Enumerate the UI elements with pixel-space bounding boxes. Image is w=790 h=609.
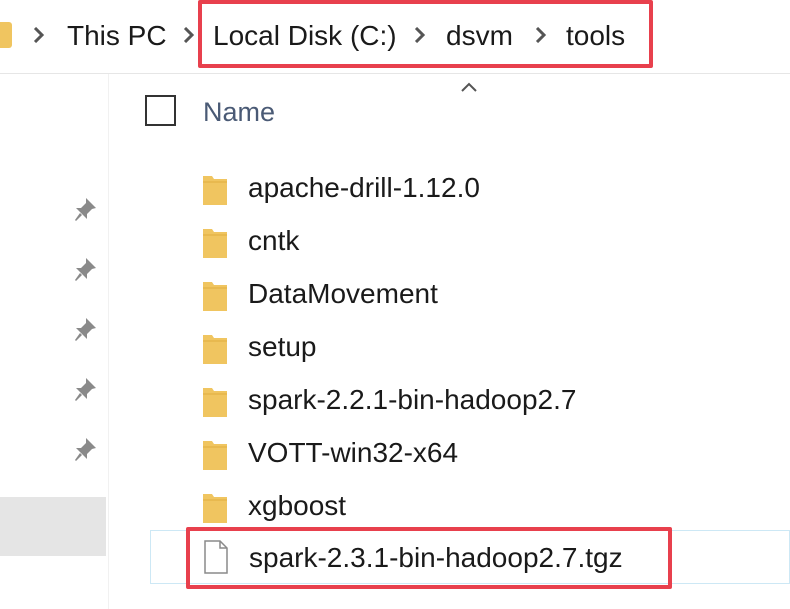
- list-item[interactable]: spark-2.2.1-bin-hadoop2.7: [150, 374, 790, 426]
- chevron-right-icon[interactable]: [535, 27, 547, 43]
- select-all-checkbox[interactable]: [145, 95, 176, 126]
- pin-icon[interactable]: [72, 315, 100, 343]
- file-icon: [203, 540, 229, 574]
- chevron-right-icon[interactable]: [33, 27, 45, 43]
- chevron-right-icon[interactable]: [183, 27, 195, 43]
- item-name: setup: [248, 331, 317, 362]
- pin-icon[interactable]: [72, 435, 100, 463]
- item-name: spark-2.3.1-bin-hadoop2.7.tgz: [249, 542, 623, 573]
- list-item[interactable]: VOTT-win32-x64: [150, 427, 790, 479]
- list-item[interactable]: DataMovement: [150, 268, 790, 320]
- breadcrumb-local-disk[interactable]: Local Disk (C:): [213, 16, 397, 56]
- pin-icon[interactable]: [72, 195, 100, 223]
- breadcrumb-this-pc[interactable]: This PC: [67, 16, 167, 56]
- column-header-name[interactable]: Name: [203, 92, 275, 132]
- pane-divider[interactable]: [108, 74, 109, 609]
- breadcrumb-tools[interactable]: tools: [566, 16, 625, 56]
- sort-ascending-icon: [460, 80, 478, 92]
- folder-icon: [202, 278, 228, 312]
- folder-icon: [202, 384, 228, 418]
- nav-selected-item[interactable]: [0, 497, 106, 556]
- folder-icon: [202, 172, 228, 206]
- item-name: DataMovement: [248, 278, 438, 309]
- item-name: spark-2.2.1-bin-hadoop2.7: [248, 384, 577, 415]
- folder-icon: [202, 490, 228, 524]
- item-name: apache-drill-1.12.0: [248, 172, 480, 203]
- item-name: VOTT-win32-x64: [248, 437, 459, 468]
- folder-icon: [0, 22, 12, 48]
- address-bar[interactable]: This PC Local Disk (C:) dsvm tools: [0, 0, 790, 74]
- list-item[interactable]: setup: [150, 321, 790, 373]
- chevron-right-icon[interactable]: [414, 27, 426, 43]
- navigation-pane[interactable]: [0, 74, 106, 609]
- breadcrumb-dsvm[interactable]: dsvm: [446, 16, 513, 56]
- list-item[interactable]: xgboost: [150, 480, 790, 532]
- folder-icon: [202, 437, 228, 471]
- list-item-selected[interactable]: spark-2.3.1-bin-hadoop2.7.tgz: [150, 530, 790, 584]
- item-name: cntk: [248, 225, 300, 256]
- pin-icon[interactable]: [72, 375, 100, 403]
- folder-icon: [202, 331, 228, 365]
- folder-icon: [202, 225, 228, 259]
- list-item[interactable]: apache-drill-1.12.0: [150, 162, 790, 214]
- list-item[interactable]: cntk: [150, 215, 790, 267]
- item-name: xgboost: [248, 490, 347, 521]
- pin-icon[interactable]: [72, 255, 100, 283]
